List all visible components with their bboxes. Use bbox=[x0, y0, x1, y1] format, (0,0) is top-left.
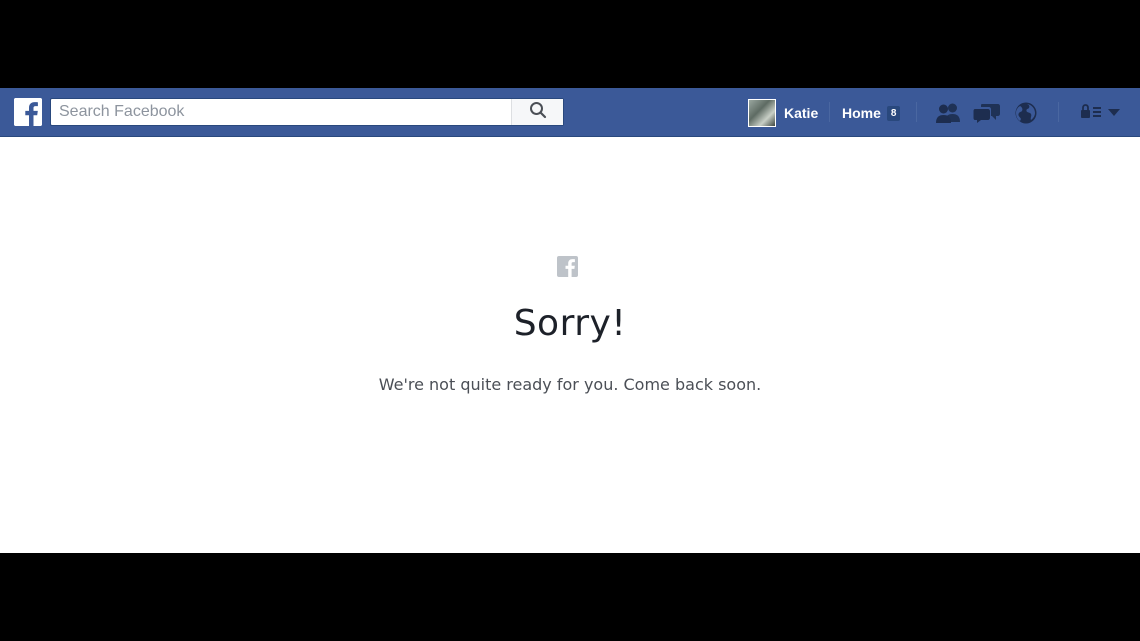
search-input[interactable] bbox=[51, 99, 511, 125]
search-bar bbox=[50, 98, 564, 126]
facebook-logo-icon bbox=[557, 256, 578, 277]
home-link[interactable]: Home 8 bbox=[842, 102, 901, 124]
account-dropdown-icon bbox=[1108, 104, 1120, 122]
home-count-badge: 8 bbox=[886, 105, 901, 121]
privacy-lock-icon bbox=[1080, 103, 1102, 123]
main-content: Sorry! We're not quite ready for you. Co… bbox=[0, 137, 1140, 553]
account-settings-button[interactable] bbox=[1074, 100, 1126, 126]
home-label: Home bbox=[842, 105, 881, 121]
search-icon bbox=[529, 101, 547, 124]
friend-requests-icon[interactable] bbox=[934, 100, 962, 126]
profile-name: Katie bbox=[784, 105, 819, 121]
nav-divider bbox=[1058, 102, 1059, 122]
search-button[interactable] bbox=[511, 99, 563, 125]
top-navigation-bar: Katie Home 8 bbox=[0, 88, 1140, 137]
browser-viewport: Katie Home 8 bbox=[0, 88, 1140, 553]
messages-icon[interactable] bbox=[973, 100, 1001, 126]
avatar bbox=[748, 99, 776, 127]
nav-divider bbox=[916, 102, 917, 122]
facebook-logo-icon[interactable] bbox=[14, 98, 42, 126]
nav-divider bbox=[829, 102, 830, 122]
profile-link[interactable]: Katie bbox=[748, 99, 818, 127]
error-message: We're not quite ready for you. Come back… bbox=[378, 375, 762, 394]
error-heading: Sorry! bbox=[513, 303, 627, 344]
notifications-globe-icon[interactable] bbox=[1012, 100, 1040, 126]
